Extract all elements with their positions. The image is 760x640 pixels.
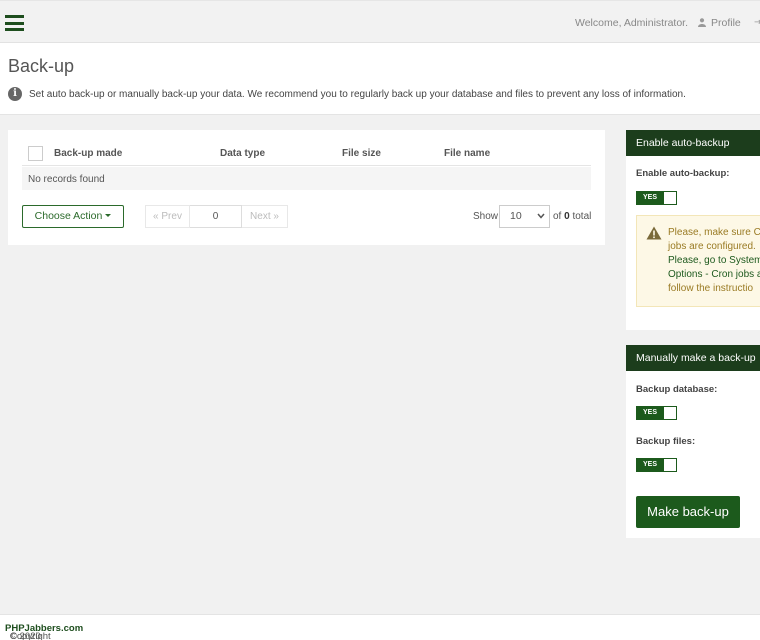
profile-label: Profile bbox=[711, 17, 741, 29]
logout-icon[interactable]: ⇥ bbox=[754, 17, 760, 28]
total-number: 0 bbox=[564, 211, 570, 222]
choose-action-button[interactable]: Choose Action bbox=[22, 205, 124, 228]
cron-warning: Please, make sure CR jobs are configured… bbox=[636, 215, 760, 307]
total-suffix: total bbox=[572, 211, 592, 222]
auto-backup-label: Enable auto-backup: bbox=[636, 168, 730, 179]
next-page-button[interactable]: Next » bbox=[242, 205, 288, 228]
top-bar: Welcome, Administrator. Profile ⇥ bbox=[0, 0, 760, 43]
empty-message: No records found bbox=[28, 174, 105, 185]
warning-line: jobs are configured. bbox=[668, 241, 756, 252]
profile-link[interactable]: Profile bbox=[698, 17, 741, 29]
toggle-knob bbox=[664, 407, 676, 419]
copyright-year: © 2020 bbox=[10, 631, 41, 640]
toggle-state: YES bbox=[643, 461, 658, 468]
column-data-type[interactable]: Data type bbox=[220, 148, 265, 159]
prev-page-button[interactable]: « Prev bbox=[145, 205, 190, 228]
pagination: « Prev Next » bbox=[145, 205, 288, 228]
page-number-input[interactable] bbox=[190, 205, 242, 228]
backup-files-label: Backup files: bbox=[636, 436, 696, 447]
per-page-select[interactable]: 10 bbox=[499, 205, 550, 228]
welcome-text: Welcome, Administrator. bbox=[575, 17, 689, 29]
per-page-value: 10 bbox=[510, 210, 522, 222]
auto-backup-panel: Enable auto-backup Enable auto-backup: Y… bbox=[626, 130, 760, 330]
column-backup-made[interactable]: Back-up made bbox=[54, 148, 122, 159]
page-header: Back-up i Set auto back-up or manually b… bbox=[0, 43, 760, 115]
toggle-state: YES bbox=[643, 194, 658, 201]
manual-backup-panel: Manually make a back-up Backup database:… bbox=[626, 345, 760, 538]
copyright-text: Copyright PHPJabbers.com © 2020 bbox=[5, 623, 83, 640]
backup-database-label: Backup database: bbox=[636, 384, 718, 395]
column-file-name[interactable]: File name bbox=[444, 148, 490, 159]
page-description: Set auto back-up or manually back-up you… bbox=[29, 89, 686, 100]
show-label: Show bbox=[473, 211, 499, 222]
make-backup-button[interactable]: Make back-up bbox=[636, 496, 740, 528]
user-icon bbox=[698, 18, 706, 27]
empty-row: No records found bbox=[22, 167, 591, 190]
auto-backup-heading: Enable auto-backup bbox=[626, 130, 760, 156]
warning-line: follow the instructio bbox=[668, 283, 754, 294]
info-icon: i bbox=[8, 87, 22, 101]
total-prefix: of bbox=[553, 211, 562, 222]
total-count: of 0 total bbox=[553, 211, 591, 222]
choose-action-label: Choose Action bbox=[34, 210, 103, 222]
warning-link-line[interactable]: Please, go to System bbox=[668, 254, 760, 268]
backup-database-toggle[interactable]: YES bbox=[636, 406, 677, 420]
caret-down-icon bbox=[105, 214, 112, 217]
select-all-checkbox[interactable] bbox=[28, 146, 43, 161]
warning-line: Please, make sure CR bbox=[668, 227, 760, 238]
toggle-knob bbox=[664, 459, 676, 471]
auto-backup-toggle[interactable]: YES bbox=[636, 191, 677, 205]
toggle-knob bbox=[664, 192, 676, 204]
chevron-down-icon bbox=[537, 213, 545, 219]
backup-list-panel: Back-up made Data type File size File na… bbox=[8, 130, 605, 245]
menu-icon[interactable] bbox=[5, 15, 24, 31]
toggle-state: YES bbox=[643, 409, 658, 416]
column-file-size[interactable]: File size bbox=[342, 148, 381, 159]
warning-icon bbox=[646, 226, 662, 240]
footer: Copyright PHPJabbers.com © 2020 bbox=[0, 614, 760, 640]
table-header: Back-up made Data type File size File na… bbox=[22, 142, 591, 166]
page-title: Back-up bbox=[8, 56, 75, 76]
warning-link-line[interactable]: Options - Cron jobs a bbox=[668, 268, 760, 282]
warning-text: Please, make sure CR jobs are configured… bbox=[668, 226, 760, 296]
manual-backup-heading: Manually make a back-up bbox=[626, 345, 760, 371]
backup-files-toggle[interactable]: YES bbox=[636, 458, 677, 472]
